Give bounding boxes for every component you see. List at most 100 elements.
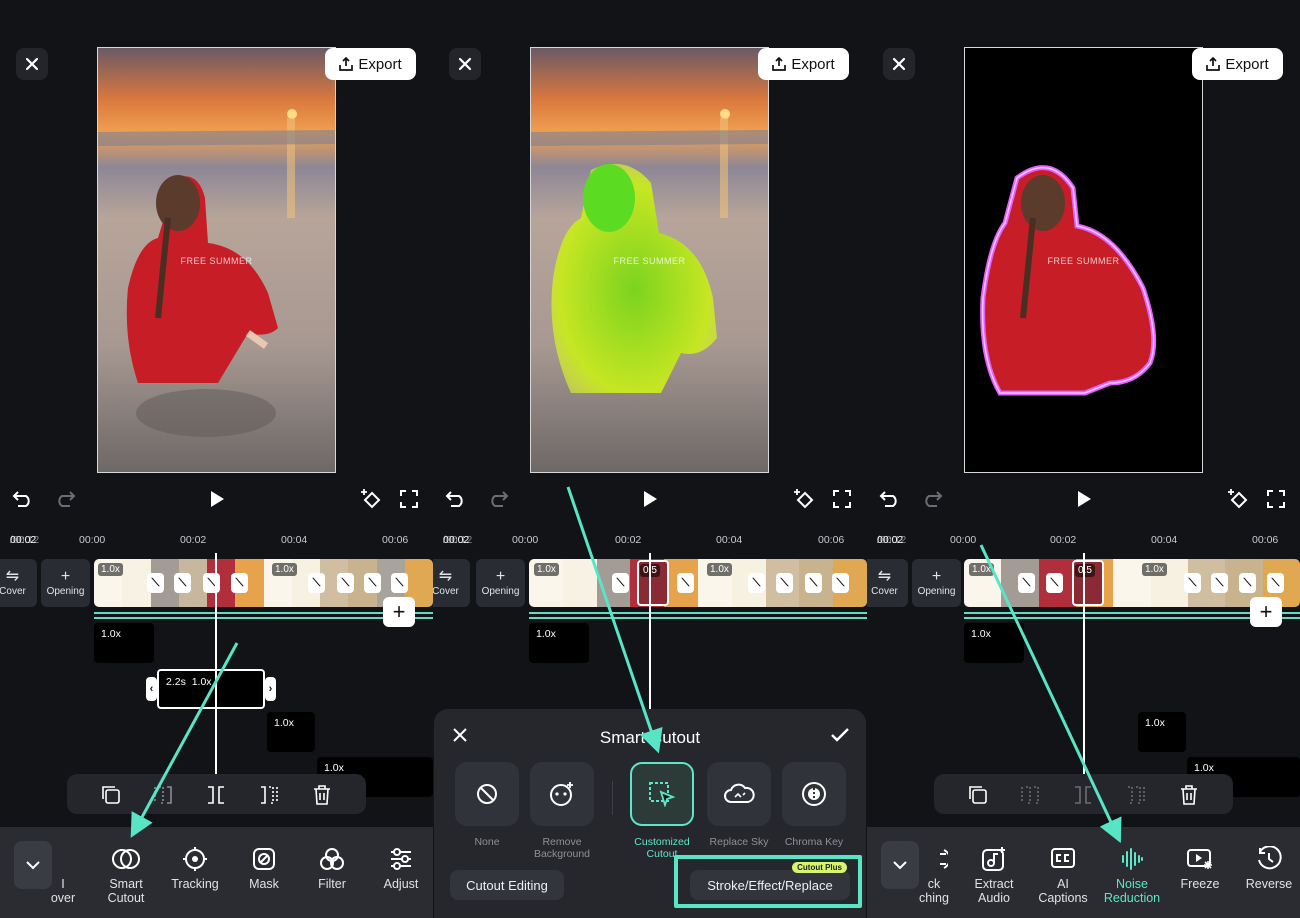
transition-button[interactable]: ⟍: [677, 573, 694, 593]
option-replace-sky[interactable]: Replace Sky: [706, 762, 772, 848]
add-clip-button[interactable]: +: [1250, 597, 1282, 627]
transition-button[interactable]: ⟍: [391, 573, 408, 593]
trim-handle-left[interactable]: ‹: [146, 677, 157, 701]
sub-clip[interactable]: 1.0x: [529, 623, 589, 663]
playhead[interactable]: [215, 553, 217, 775]
add-clip-button[interactable]: +: [383, 597, 415, 627]
transition-button[interactable]: ⟍: [1211, 573, 1228, 593]
fullscreen-button[interactable]: [1263, 486, 1289, 512]
video-preview[interactable]: FREE SUMMER: [530, 47, 769, 473]
close-button[interactable]: [883, 48, 915, 80]
transition-button[interactable]: ⟍: [337, 573, 354, 593]
ruler-tick: 00:04: [716, 534, 743, 546]
transition-button[interactable]: ⟍: [203, 573, 220, 593]
transition-button[interactable]: ⟍: [1018, 573, 1035, 593]
duplicate-button[interactable]: [100, 784, 122, 806]
option-customized-cutout[interactable]: Customized Cutout: [629, 762, 695, 860]
transition-button[interactable]: ⟍: [1239, 573, 1256, 593]
time-ruler: 00:02/00:12 00:00 00:02 00:04 00:06: [433, 534, 867, 548]
sub-clip[interactable]: 1.0x: [1138, 712, 1186, 752]
transition-button[interactable]: ⟍: [1184, 573, 1201, 593]
delete-button[interactable]: [311, 784, 333, 806]
export-button[interactable]: Export: [758, 48, 849, 80]
split-left-button[interactable]: [1019, 784, 1041, 806]
transition-button[interactable]: ⟍: [776, 573, 793, 593]
tool-filter[interactable]: Filter: [299, 845, 365, 891]
tool-cover[interactable]: Iover: [30, 845, 96, 905]
cover-button[interactable]: ⇋ Cover: [0, 559, 37, 607]
transition-button[interactable]: ⟍: [147, 573, 164, 593]
tool-freeze[interactable]: Freeze: [1167, 845, 1233, 891]
option-chroma-key[interactable]: Chroma Key: [781, 762, 847, 848]
cutout-editing-button[interactable]: Cutout Editing: [450, 870, 564, 900]
tool-reverse[interactable]: Reverse: [1236, 845, 1300, 891]
close-button[interactable]: [449, 48, 481, 80]
transition-button[interactable]: ⟍: [308, 573, 325, 593]
keyframe-button[interactable]: [359, 486, 385, 512]
undo-button[interactable]: [10, 486, 36, 512]
trim-handle-right[interactable]: ›: [265, 677, 276, 701]
time-ruler: 00:02/00:12 00:00 00:02 00:04 00:06: [0, 534, 433, 548]
option-none[interactable]: None: [454, 762, 520, 848]
keyframe-button[interactable]: [792, 486, 818, 512]
sub-clip[interactable]: 1.0x: [267, 712, 315, 752]
sub-clip[interactable]: 1.0x: [964, 623, 1024, 663]
video-preview[interactable]: FREE SUMMER: [97, 47, 336, 473]
cover-button[interactable]: ⇋ Cover: [867, 559, 908, 607]
selected-clip[interactable]: 0.5: [637, 560, 669, 606]
play-button[interactable]: [204, 486, 230, 512]
confirm-button[interactable]: [830, 727, 850, 748]
opening-button[interactable]: + Opening: [41, 559, 90, 607]
tool-noise-reduction[interactable]: Noise Reduction: [1099, 845, 1165, 905]
selected-clip[interactable]: 0.5: [1072, 560, 1104, 606]
opening-button[interactable]: + Opening: [912, 559, 961, 607]
selected-sub-clip[interactable]: 2.2s 1.0x: [157, 669, 265, 709]
duplicate-button[interactable]: [967, 784, 989, 806]
close-button[interactable]: [16, 48, 48, 80]
tool-tracking[interactable]: Tracking: [162, 845, 228, 891]
redo-button[interactable]: [52, 486, 78, 512]
transition-button[interactable]: ⟍: [748, 573, 765, 593]
redo-button[interactable]: [485, 486, 511, 512]
noise-reduction-icon: [1122, 848, 1143, 870]
play-button[interactable]: [1071, 486, 1097, 512]
tool-mask[interactable]: Mask: [231, 845, 297, 891]
delete-button[interactable]: [1178, 784, 1200, 806]
split-button[interactable]: [205, 784, 227, 806]
sub-clip[interactable]: 1.0x: [94, 623, 154, 663]
playhead[interactable]: [1083, 553, 1085, 775]
split-button[interactable]: [1072, 784, 1094, 806]
option-remove-background[interactable]: Remove Background: [529, 762, 595, 860]
video-track[interactable]: [94, 559, 433, 607]
transition-button[interactable]: ⟍: [1267, 573, 1284, 593]
transition-button[interactable]: ⟍: [1046, 573, 1063, 593]
fullscreen-button[interactable]: [829, 486, 855, 512]
play-button[interactable]: [637, 486, 663, 512]
fullscreen-button[interactable]: [396, 486, 422, 512]
tool-track-matching[interactable]: ck ching: [901, 845, 967, 905]
transition-button[interactable]: ⟍: [805, 573, 822, 593]
transition-button[interactable]: ⟍: [174, 573, 191, 593]
tool-smart-cutout[interactable]: Smart Cutout: [93, 845, 159, 905]
video-preview[interactable]: FREE SUMMER: [964, 47, 1203, 473]
transition-button[interactable]: ⟍: [364, 573, 381, 593]
opening-button[interactable]: + Opening: [476, 559, 525, 607]
export-button[interactable]: Export: [1192, 48, 1283, 80]
tool-extract-audio[interactable]: Extract Audio: [961, 845, 1027, 905]
audio-line: [529, 612, 867, 614]
redo-button[interactable]: [919, 486, 945, 512]
split-right-button[interactable]: [258, 784, 280, 806]
tool-ai-captions[interactable]: AI Captions: [1030, 845, 1096, 905]
undo-button[interactable]: [877, 486, 903, 512]
keyframe-button[interactable]: [1226, 486, 1252, 512]
transition-button[interactable]: ⟍: [832, 573, 849, 593]
tool-adjust[interactable]: Adjust: [368, 845, 433, 891]
undo-button[interactable]: [443, 486, 469, 512]
playhead[interactable]: [649, 553, 651, 709]
split-right-button[interactable]: [1125, 784, 1147, 806]
export-button[interactable]: Export: [325, 48, 416, 80]
split-left-button[interactable]: [152, 784, 174, 806]
cover-button[interactable]: ⇋ Cover: [433, 559, 470, 607]
transition-button[interactable]: ⟍: [612, 573, 629, 593]
transition-button[interactable]: ⟍: [231, 573, 248, 593]
